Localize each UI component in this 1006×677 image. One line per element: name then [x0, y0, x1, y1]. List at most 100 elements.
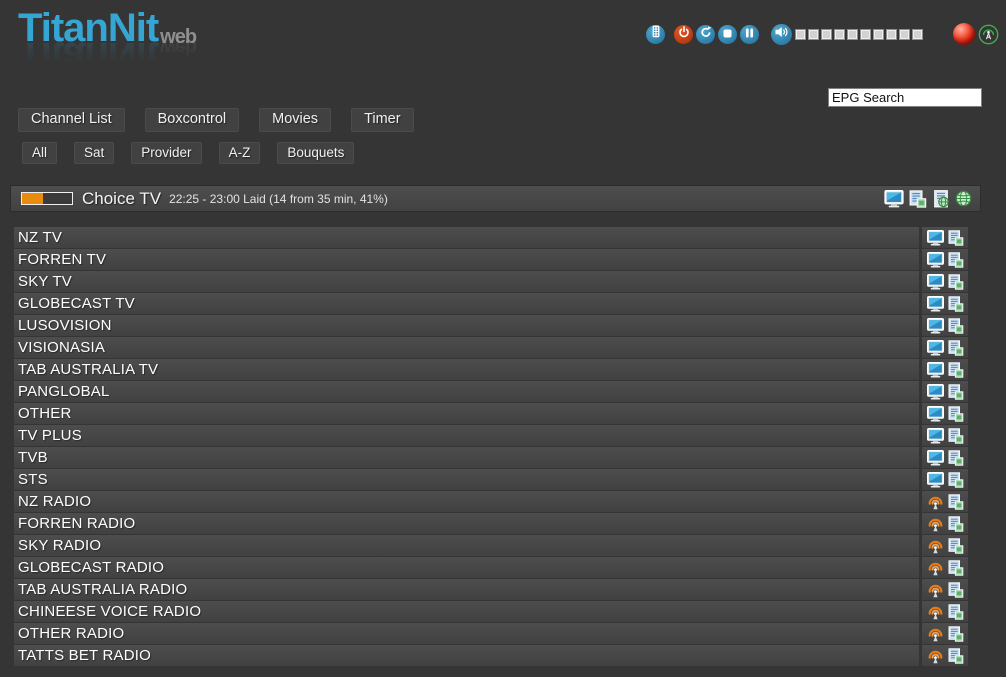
- radio-antenna-icon[interactable]: [927, 494, 944, 510]
- channel-name[interactable]: OTHER RADIO: [14, 623, 919, 644]
- channel-name[interactable]: LUSOVISION: [14, 315, 919, 336]
- volume-segment[interactable]: [873, 29, 884, 40]
- filter-button-a-z[interactable]: A-Z: [219, 142, 261, 164]
- channel-list-copy-icon[interactable]: [948, 538, 964, 554]
- refresh-button[interactable]: [696, 25, 715, 44]
- tv-monitor-icon[interactable]: [927, 340, 944, 356]
- channel-list-copy-icon[interactable]: [948, 406, 964, 422]
- channel-name[interactable]: TAB AUSTRALIA TV: [14, 359, 919, 380]
- tv-monitor-icon[interactable]: [927, 296, 944, 312]
- volume-segment[interactable]: [847, 29, 858, 40]
- channel-name[interactable]: NZ TV: [14, 227, 919, 248]
- tv-monitor-icon[interactable]: [927, 384, 944, 400]
- current-channel-name[interactable]: Choice TV: [82, 189, 161, 209]
- channel-name[interactable]: GLOBECAST TV: [14, 293, 919, 314]
- channel-list-copy-icon[interactable]: [948, 472, 964, 488]
- volume-segment[interactable]: [860, 29, 871, 40]
- pause-button[interactable]: [740, 25, 759, 44]
- antenna-stream-icon[interactable]: [978, 24, 999, 45]
- channel-row: TVB: [14, 447, 968, 468]
- radio-antenna-icon[interactable]: [927, 648, 944, 664]
- record-ball-icon[interactable]: [953, 23, 975, 45]
- filter-button-bouquets[interactable]: Bouquets: [277, 142, 354, 164]
- tv-monitor-icon[interactable]: [884, 190, 904, 208]
- channel-list-copy-icon[interactable]: [948, 230, 964, 246]
- filter-button-provider[interactable]: Provider: [131, 142, 201, 164]
- channel-name[interactable]: FORREN RADIO: [14, 513, 919, 534]
- now-playing-bar: Choice TV 22:25 - 23:00 Laid (14 from 35…: [10, 185, 981, 212]
- channel-list-copy-icon[interactable]: [948, 274, 964, 290]
- epg-document-icon[interactable]: [932, 190, 950, 208]
- volume-segment[interactable]: [899, 29, 910, 40]
- volume-segment[interactable]: [834, 29, 845, 40]
- channel-list-copy-icon[interactable]: [948, 626, 964, 642]
- tv-monitor-icon[interactable]: [927, 472, 944, 488]
- power-button[interactable]: [674, 25, 693, 44]
- radio-antenna-icon[interactable]: [927, 604, 944, 620]
- tv-monitor-icon[interactable]: [927, 406, 944, 422]
- channel-name[interactable]: TVB: [14, 447, 919, 468]
- epg-progress-fill: [22, 193, 43, 204]
- channel-list-copy-icon[interactable]: [948, 340, 964, 356]
- channel-name[interactable]: FORREN TV: [14, 249, 919, 270]
- channel-list-copy-icon[interactable]: [948, 648, 964, 664]
- tv-monitor-icon[interactable]: [927, 450, 944, 466]
- filter-button-all[interactable]: All: [22, 142, 57, 164]
- channel-list-copy-icon[interactable]: [948, 516, 964, 532]
- tv-monitor-icon[interactable]: [927, 230, 944, 246]
- channel-name[interactable]: VISIONASIA: [14, 337, 919, 358]
- channel-name[interactable]: NZ RADIO: [14, 491, 919, 512]
- tv-monitor-icon[interactable]: [927, 318, 944, 334]
- tv-monitor-icon[interactable]: [927, 274, 944, 290]
- nav-button-movies[interactable]: Movies: [259, 108, 331, 132]
- radio-antenna-icon[interactable]: [927, 626, 944, 642]
- tv-monitor-icon[interactable]: [927, 428, 944, 444]
- remote-control-button[interactable]: [646, 25, 665, 44]
- radio-antenna-icon[interactable]: [927, 582, 944, 598]
- filter-button-sat[interactable]: Sat: [74, 142, 114, 164]
- channel-name[interactable]: STS: [14, 469, 919, 490]
- channel-list-copy-icon[interactable]: [948, 604, 964, 620]
- channel-name[interactable]: SKY RADIO: [14, 535, 919, 556]
- channel-name[interactable]: SKY TV: [14, 271, 919, 292]
- channel-list-copy-icon[interactable]: [948, 494, 964, 510]
- channel-list-copy-icon[interactable]: [948, 384, 964, 400]
- epg-search-input[interactable]: [828, 88, 982, 107]
- tv-monitor-icon[interactable]: [927, 252, 944, 268]
- channel-list-copy-icon[interactable]: [948, 362, 964, 378]
- volume-segment[interactable]: [886, 29, 897, 40]
- channel-list-copy-icon[interactable]: [948, 582, 964, 598]
- channel-list-copy-icon[interactable]: [948, 450, 964, 466]
- channel-list-copy-icon[interactable]: [948, 296, 964, 312]
- channel-name[interactable]: OTHER: [14, 403, 919, 424]
- volume-segment[interactable]: [821, 29, 832, 40]
- nav-button-channel-list[interactable]: Channel List: [18, 108, 125, 132]
- channel-name[interactable]: CHINEESE VOICE RADIO: [14, 601, 919, 622]
- nav-button-boxcontrol[interactable]: Boxcontrol: [145, 108, 240, 132]
- radio-antenna-icon[interactable]: [927, 516, 944, 532]
- channel-name[interactable]: TAB AUSTRALIA RADIO: [14, 579, 919, 600]
- channel-list-copy-icon[interactable]: [948, 428, 964, 444]
- nav-button-timer[interactable]: Timer: [351, 108, 414, 132]
- tv-monitor-icon[interactable]: [927, 362, 944, 378]
- channel-name[interactable]: TATTS BET RADIO: [14, 645, 919, 666]
- channel-name[interactable]: TV PLUS: [14, 425, 919, 446]
- current-epg-info: 22:25 - 23:00 Laid (14 from 35 min, 41%): [169, 192, 884, 206]
- mute-button[interactable]: [771, 24, 792, 45]
- volume-segment[interactable]: [912, 29, 923, 40]
- channel-name[interactable]: PANGLOBAL: [14, 381, 919, 402]
- channel-list-copy-icon[interactable]: [909, 190, 927, 208]
- globe-icon[interactable]: [955, 190, 972, 207]
- channel-list-copy-icon[interactable]: [948, 560, 964, 576]
- channel-list-copy-icon[interactable]: [948, 252, 964, 268]
- radio-antenna-icon[interactable]: [927, 538, 944, 554]
- channel-name[interactable]: GLOBECAST RADIO: [14, 557, 919, 578]
- channel-actions: [922, 645, 968, 666]
- channel-list-copy-icon[interactable]: [948, 318, 964, 334]
- volume-segment[interactable]: [795, 29, 806, 40]
- channel-actions: [922, 491, 968, 512]
- radio-antenna-icon[interactable]: [927, 560, 944, 576]
- stop-button[interactable]: [718, 25, 737, 44]
- channel-actions: [922, 403, 968, 424]
- volume-segment[interactable]: [808, 29, 819, 40]
